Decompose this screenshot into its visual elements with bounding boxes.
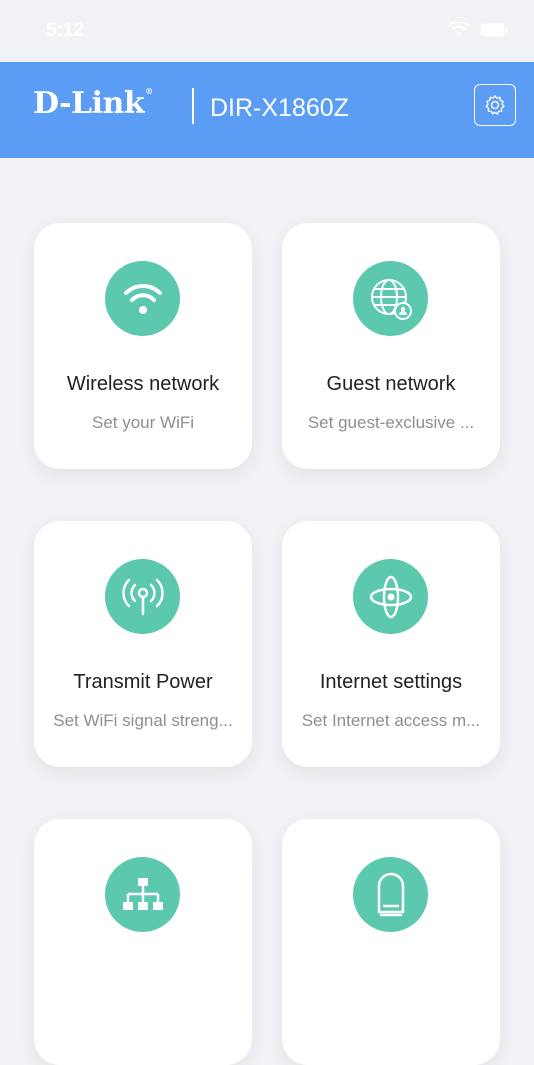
globe-user-icon-badge <box>353 261 428 336</box>
globe-user-icon <box>370 278 412 320</box>
card-title: Internet settings <box>319 671 463 693</box>
router-device-icon-badge <box>353 857 428 932</box>
menu-card-router-device[interactable] <box>282 819 500 1065</box>
menu-card-transmit-power[interactable]: Transmit Power Set WiFi signal streng... <box>34 521 252 767</box>
antenna-icon <box>121 578 164 615</box>
network-topology-icon-badge <box>105 857 180 932</box>
registered-mark: ® <box>145 86 153 96</box>
status-bar: 5:12 <box>0 0 534 62</box>
card-subtitle: Set guest-exclusive ... <box>307 413 475 432</box>
antenna-icon-badge <box>105 559 180 634</box>
menu-card-guest-network[interactable]: Guest network Set guest-exclusive ... <box>282 223 500 469</box>
wifi-status-icon <box>448 22 470 36</box>
battery-icon <box>480 23 508 37</box>
menu-card-network-topology[interactable] <box>34 819 252 1065</box>
card-title: Transmit Power <box>73 671 213 693</box>
wifi-icon-badge <box>105 261 180 336</box>
settings-button[interactable] <box>474 84 516 126</box>
card-subtitle: Set Internet access m... <box>301 711 481 730</box>
status-time: 5:12 <box>46 20 85 41</box>
card-title: Guest network <box>326 373 456 395</box>
model-name: DIR-X1860Z <box>210 94 349 122</box>
status-icons <box>448 22 508 38</box>
gear-icon <box>485 95 505 115</box>
card-subtitle: Set your WiFi <box>91 413 195 432</box>
header-divider <box>192 88 194 124</box>
menu-card-wireless-network[interactable]: Wireless network Set your WiFi <box>34 223 252 469</box>
network-topology-icon <box>122 877 163 910</box>
card-title: Wireless network <box>66 373 220 395</box>
internet-orbit-icon <box>369 575 412 618</box>
card-subtitle: Set WiFi signal streng... <box>53 711 233 730</box>
dlink-logo: D-Link® <box>33 86 153 121</box>
internet-orbit-icon-badge <box>353 559 428 634</box>
router-device-icon <box>377 872 404 916</box>
menu-card-internet-settings[interactable]: Internet settings Set Internet access m.… <box>282 521 500 767</box>
brand-name: D-Link <box>33 86 145 121</box>
wifi-icon <box>123 283 162 314</box>
